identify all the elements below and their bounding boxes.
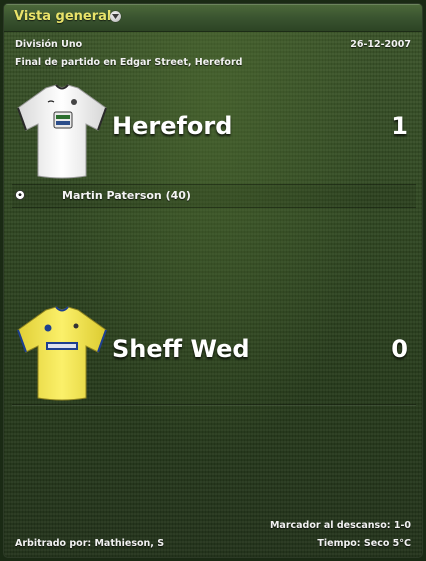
away-kit-shirt	[17, 306, 107, 401]
match-date: 26-12-2007	[350, 39, 411, 50]
weather-info: Tiempo: Seco 5°C	[317, 538, 411, 549]
ball-icon	[15, 190, 25, 200]
competition-name[interactable]: División Uno	[15, 39, 82, 50]
scorer-row: Martin Paterson (40)	[12, 184, 416, 208]
home-kit-shirt	[17, 84, 107, 179]
match-overview-panel: Vista general División Uno 26-12-2007 Fi…	[3, 3, 423, 558]
scorer-name[interactable]: Martin Paterson (40)	[62, 189, 191, 202]
referee-info: Arbitrado por: Mathieson, S	[15, 538, 165, 549]
home-team-name[interactable]: Hereford	[112, 112, 232, 140]
home-score: 1	[391, 112, 408, 140]
divider	[12, 404, 416, 405]
chevron-down-icon[interactable]	[110, 11, 121, 22]
match-status: Final de partido en Edgar Street, Herefo…	[15, 57, 243, 68]
away-score: 0	[391, 335, 408, 363]
halftime-score: Marcador al descanso: 1-0	[269, 520, 411, 531]
panel-header[interactable]: Vista general	[4, 4, 422, 32]
away-team-name[interactable]: Sheff Wed	[112, 335, 250, 363]
panel-title[interactable]: Vista general	[14, 9, 111, 24]
